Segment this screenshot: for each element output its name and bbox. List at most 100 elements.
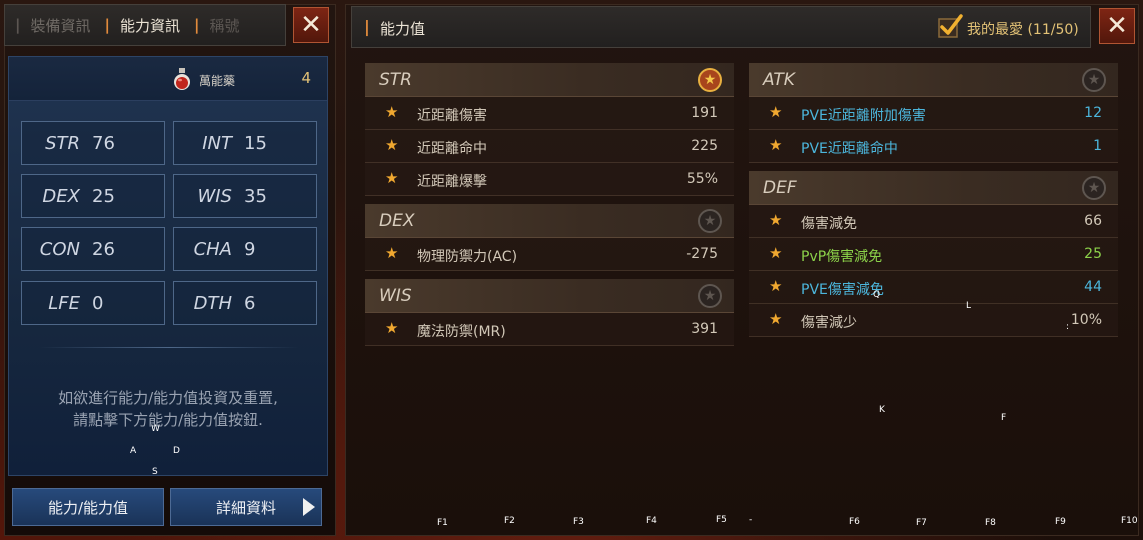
star-icon[interactable]: ★ — [385, 105, 398, 120]
key-hint-w: W — [151, 424, 160, 434]
favorite-star-icon[interactable]: ★ — [698, 209, 722, 233]
stat-row: ★ 魔法防禦(MR) 391 — [365, 313, 734, 346]
key-hint-l: L — [966, 301, 972, 311]
stat-name: INT — [202, 132, 232, 154]
stat-value: -275 — [686, 246, 718, 262]
stat-row: ★ PVE近距離附加傷害 12 — [749, 97, 1118, 130]
star-icon[interactable]: ★ — [769, 105, 782, 120]
stat-label: PVE近距離附加傷害 — [801, 108, 926, 124]
stat-value: 391 — [691, 321, 718, 337]
stat-dth: DTH 6 — [173, 281, 317, 325]
star-icon[interactable]: ★ — [769, 312, 782, 327]
star-icon[interactable]: ★ — [769, 279, 782, 294]
key-hint-q: Q — [873, 290, 881, 300]
section-header: STR ★ — [365, 63, 734, 97]
stat-dex: DEX 25 — [21, 174, 165, 218]
stat-row: ★ PvP傷害減免 25 — [749, 238, 1118, 271]
stat-name: DEX — [42, 185, 80, 207]
section-title: DEF — [763, 178, 797, 198]
star-icon[interactable]: ★ — [769, 138, 782, 153]
stat-name: STR — [45, 132, 80, 154]
key-hint-f7: F7 — [916, 518, 927, 528]
star-icon[interactable]: ★ — [769, 246, 782, 261]
key-hint-f1: F1 — [437, 518, 448, 528]
close-right-panel-button[interactable]: ✕ — [1099, 8, 1135, 44]
favorite-star-icon[interactable]: ★ — [698, 284, 722, 308]
ability-stat-button[interactable]: 能力/能力值 — [12, 488, 164, 526]
stat-value: 25 — [92, 185, 115, 207]
key-hint-a: A — [130, 446, 137, 456]
stat-row: ★ 傷害減免 66 — [749, 205, 1118, 238]
key-hint-f4: F4 — [646, 516, 657, 526]
tab-title[interactable]: | 稱號 — [194, 15, 240, 36]
stat-row: ★ 近距離命中 225 — [365, 130, 734, 163]
stat-value: 1 — [1093, 138, 1102, 154]
stat-value: 225 — [691, 138, 718, 154]
stat-name: DTH — [193, 292, 232, 314]
detail-info-button[interactable]: 詳細資料 — [170, 488, 322, 526]
key-hint-k: K — [879, 405, 885, 415]
section-title: ATK — [763, 70, 795, 90]
stat-row: ★ PVE近距離命中 1 — [749, 130, 1118, 163]
key-hint-colon: : — [1066, 322, 1070, 332]
stat-name: LFE — [48, 292, 80, 314]
star-icon[interactable]: ★ — [385, 321, 398, 336]
stat-value: 191 — [691, 105, 718, 121]
section-header: DEX ★ — [365, 204, 734, 238]
stat-label: 近距離命中 — [417, 141, 487, 157]
favorite-star-icon[interactable]: ★ — [1082, 176, 1106, 200]
section-atk: ATK ★ ★ PVE近距離附加傷害 12 ★ PVE近距離命中 1 — [749, 63, 1118, 163]
stat-name: WIS — [197, 185, 232, 207]
stat-value: 6 — [244, 292, 256, 314]
stat-value: 9 — [244, 238, 256, 260]
stat-value: 0 — [92, 292, 104, 314]
star-icon[interactable]: ★ — [769, 213, 782, 228]
close-icon: ✕ — [1106, 11, 1128, 41]
instruction-line: 請點擊下方能力/能力值按鈕. — [73, 411, 263, 429]
tab-separator: | — [15, 16, 21, 34]
stat-lfe: LFE 0 — [21, 281, 165, 325]
tab-separator: | — [194, 16, 200, 34]
key-hint-f8: F8 — [985, 518, 996, 528]
favorites-checkbox-icon[interactable] — [937, 13, 963, 39]
tab-label: 稱號 — [209, 16, 240, 35]
star-icon[interactable]: ★ — [385, 246, 398, 261]
stat-value: 44 — [1084, 279, 1102, 295]
stat-wis: WIS 35 — [173, 174, 317, 218]
favorite-star-icon[interactable]: ★ — [1082, 68, 1106, 92]
key-hint-f2: F2 — [504, 516, 515, 526]
key-hint-f5: F5 — [716, 515, 727, 525]
tab-separator: | — [104, 16, 110, 34]
stat-name: CHA — [193, 238, 232, 260]
stat-name: CON — [39, 238, 80, 260]
stat-row: ★ 物理防禦力(AC) -275 — [365, 238, 734, 271]
star-icon[interactable]: ★ — [385, 171, 398, 186]
stat-con: CON 26 — [21, 227, 165, 271]
stat-value: 55% — [686, 171, 718, 187]
header-separator: | — [364, 17, 370, 36]
panel-title: 能力值 — [380, 20, 426, 38]
section-header: DEF ★ — [749, 171, 1118, 205]
key-hint-s: S — [152, 467, 158, 477]
instruction-line: 如欲進行能力/能力值投資及重置, — [58, 389, 278, 407]
stat-str: STR 76 — [21, 121, 165, 165]
button-label: 能力/能力值 — [47, 498, 129, 517]
stat-label: 傷害減免 — [801, 216, 857, 232]
base-stats-box: 萬能藥 4 STR 76 INT 15 DEX 25 WIS 35 CON 26… — [8, 56, 328, 476]
star-icon[interactable]: ★ — [385, 138, 398, 153]
tab-equipment-info[interactable]: | 裝備資訊 — [15, 15, 91, 36]
key-hint-dash: - — [749, 515, 753, 525]
key-hint-d: D — [173, 446, 180, 456]
stat-row: ★ 近距離傷害 191 — [365, 97, 734, 130]
favorite-star-icon[interactable]: ★ — [698, 68, 722, 92]
arrow-right-icon — [303, 498, 315, 516]
stat-label: 近距離傷害 — [417, 108, 487, 124]
close-left-panel-button[interactable]: ✕ — [293, 7, 329, 43]
stat-value: 26 — [92, 238, 115, 260]
section-title: WIS — [379, 286, 412, 306]
tab-ability-info[interactable]: | 能力資訊 — [105, 15, 181, 36]
stat-value: 12 — [1084, 105, 1102, 121]
elixir-row: 萬能藥 4 — [9, 57, 327, 101]
stat-label: 近距離爆擊 — [417, 174, 487, 190]
elixir-potion-icon — [174, 68, 190, 90]
